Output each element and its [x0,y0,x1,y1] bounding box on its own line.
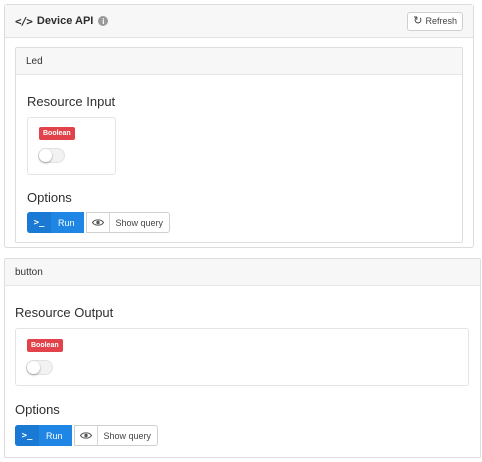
refresh-button[interactable]: ↻ Refresh [407,11,463,31]
boolean-toggle[interactable] [26,360,53,375]
show-query-button[interactable]: Show query [85,212,171,233]
resource-value-box: Boolean [15,328,469,386]
device-api-header: </> Device API i ↻ Refresh [5,5,473,38]
run-label: Run [58,217,75,228]
info-icon[interactable]: i [98,16,109,26]
query-button-group: >_ Run Show query [27,212,171,233]
eye-icon [87,213,110,232]
terminal-icon: >_ [15,425,39,446]
run-button[interactable]: >_ Run [15,425,72,446]
eye-icon [75,426,98,445]
resource-section-title: Resource Output [15,305,114,320]
resource-panel-led: Led Resource Input Boolean Options >_ Ru… [15,47,463,243]
type-badge: Boolean [27,339,63,352]
terminal-icon: >_ [27,212,51,233]
toggle-knob [39,149,52,162]
type-badge: Boolean [39,127,75,140]
resource-section-title: Resource Input [27,94,116,109]
panel-header: button [5,259,480,286]
boolean-toggle[interactable] [38,148,65,163]
resource-value-box: Boolean [27,117,116,175]
device-api-title: Device API [36,15,94,27]
refresh-icon: ↻ [413,14,423,27]
query-button-group: >_ Run Show query [15,425,159,446]
toggle-knob [27,361,40,374]
panel-header: Led [16,48,462,75]
resource-panel-button: button Resource Output Boolean Options >… [4,258,481,458]
device-api-title-group: </> Device API i [15,14,109,28]
options-title: Options [27,190,72,205]
refresh-label: Refresh [425,16,457,26]
options-title: Options [15,402,60,417]
code-icon: </> [15,14,33,28]
show-query-label: Show query [103,430,152,441]
show-query-button[interactable]: Show query [73,425,159,446]
show-query-label: Show query [115,217,164,228]
run-label: Run [46,430,63,441]
run-button[interactable]: >_ Run [27,212,84,233]
